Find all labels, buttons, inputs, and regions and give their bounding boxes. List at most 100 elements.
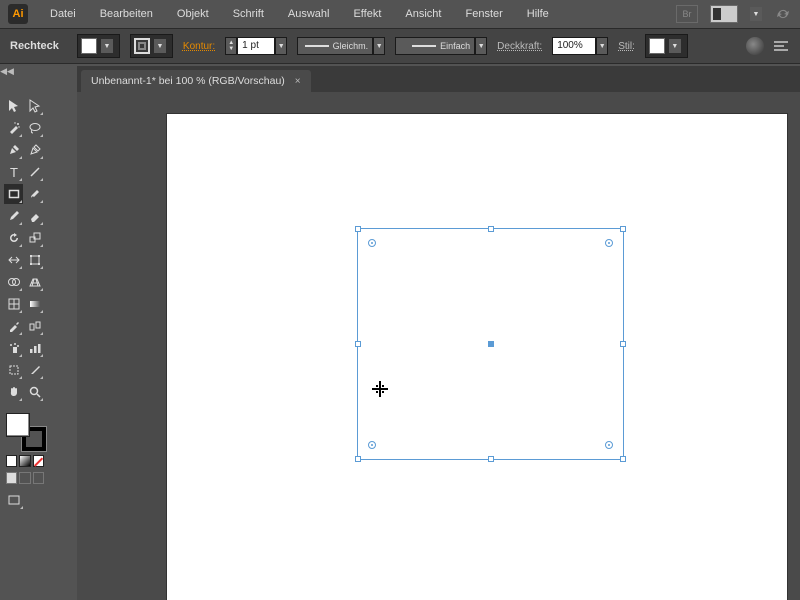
menu-schrift[interactable]: Schrift	[223, 4, 274, 24]
corner-radius-nw[interactable]	[368, 239, 376, 247]
toolbox: T	[0, 92, 48, 516]
color-mode-solid[interactable]	[6, 455, 17, 467]
rotate-tool[interactable]	[4, 228, 23, 248]
curvature-tool[interactable]	[25, 140, 44, 160]
menu-auswahl[interactable]: Auswahl	[278, 4, 340, 24]
active-tool-label: Rechteck	[10, 40, 59, 52]
handle-w[interactable]	[355, 341, 361, 347]
menu-fenster[interactable]: Fenster	[455, 4, 512, 24]
document-tab[interactable]: Unbenannt-1* bei 100 % (RGB/Vorschau) ×	[81, 70, 311, 92]
style-swatch[interactable]	[649, 38, 665, 54]
stroke-weight-field[interactable]: 1 pt	[237, 37, 275, 55]
rectangle-tool[interactable]	[4, 184, 23, 204]
eyedropper-tool[interactable]	[4, 316, 23, 336]
menu-effekt[interactable]: Effekt	[343, 4, 391, 24]
shape-builder-tool[interactable]	[4, 272, 23, 292]
draw-behind[interactable]	[19, 472, 30, 484]
style-dropdown[interactable]: ▼	[669, 39, 681, 53]
selection-tool[interactable]	[4, 96, 23, 116]
blend-tool[interactable]	[25, 316, 44, 336]
artboard[interactable]	[167, 114, 787, 600]
menu-datei[interactable]: Datei	[40, 4, 86, 24]
perspective-grid-tool[interactable]	[25, 272, 44, 292]
corner-radius-sw[interactable]	[368, 441, 376, 449]
lasso-tool[interactable]	[25, 118, 44, 138]
close-icon[interactable]: ×	[295, 76, 301, 87]
recolor-button[interactable]	[746, 37, 764, 55]
symbol-sprayer-tool[interactable]	[4, 338, 23, 358]
handle-ne[interactable]	[620, 226, 626, 232]
center-point	[488, 341, 494, 347]
style-swatch-group[interactable]: ▼	[645, 34, 688, 58]
menu-ansicht[interactable]: Ansicht	[395, 4, 451, 24]
workspace-layout-dropdown[interactable]: ▼	[750, 7, 762, 21]
handle-se[interactable]	[620, 456, 626, 462]
fill-stroke-colorbox[interactable]	[6, 413, 46, 451]
color-mode-gradient[interactable]	[19, 455, 30, 467]
pen-tool[interactable]	[4, 140, 23, 160]
color-mode-none[interactable]	[33, 455, 44, 467]
fill-color-swatch[interactable]	[6, 413, 30, 437]
corner-radius-ne[interactable]	[605, 239, 613, 247]
screen-mode[interactable]	[4, 490, 24, 510]
workspace-layout-button[interactable]	[710, 5, 738, 23]
stroke-profile-dropdown[interactable]: ▼	[373, 37, 385, 55]
handle-n[interactable]	[488, 226, 494, 232]
handle-nw[interactable]	[355, 226, 361, 232]
width-tool[interactable]	[4, 250, 23, 270]
opacity-label[interactable]: Deckkraft:	[497, 41, 542, 52]
draw-inside[interactable]	[33, 472, 44, 484]
eraser-tool[interactable]	[25, 206, 44, 226]
handle-sw[interactable]	[355, 456, 361, 462]
align-button[interactable]	[772, 37, 790, 55]
zoom-tool[interactable]	[25, 382, 44, 402]
slice-tool[interactable]	[25, 360, 44, 380]
menu-bearbeiten[interactable]: Bearbeiten	[90, 4, 163, 24]
hand-tool[interactable]	[4, 382, 23, 402]
stroke-weight-stepper[interactable]: ▲▼	[225, 37, 237, 55]
stroke-profile-field[interactable]: Gleichm.	[297, 37, 373, 55]
handle-e[interactable]	[620, 341, 626, 347]
canvas-area[interactable]	[77, 92, 800, 600]
draw-normal[interactable]	[6, 472, 17, 484]
stroke-weight-dropdown[interactable]: ▼	[275, 37, 287, 55]
menubar: Ai Datei Bearbeiten Objekt Schrift Auswa…	[0, 0, 800, 28]
free-transform-tool[interactable]	[25, 250, 44, 270]
sync-icon[interactable]	[774, 5, 792, 23]
mesh-tool[interactable]	[4, 294, 23, 314]
handle-s[interactable]	[488, 456, 494, 462]
stroke-weight-label[interactable]: Kontur:	[183, 41, 215, 52]
stroke-swatch[interactable]	[134, 38, 150, 54]
document-tabstrip: Unbenannt-1* bei 100 % (RGB/Vorschau) ×	[77, 66, 800, 92]
column-graph-tool[interactable]	[25, 338, 44, 358]
artboard-tool[interactable]	[4, 360, 23, 380]
stroke-dropdown[interactable]: ▼	[154, 39, 166, 53]
selected-rectangle[interactable]	[357, 228, 624, 460]
app-icon: Ai	[8, 4, 28, 24]
menu-objekt[interactable]: Objekt	[167, 4, 219, 24]
brush-profile-dropdown[interactable]: ▼	[475, 37, 487, 55]
fill-swatch[interactable]	[81, 38, 97, 54]
brush-profile-field[interactable]: Einfach	[395, 37, 475, 55]
svg-text:T: T	[10, 165, 18, 179]
type-tool[interactable]: T	[4, 162, 23, 182]
crosshair-cursor-icon	[372, 381, 388, 397]
pencil-tool[interactable]	[4, 206, 23, 226]
scale-tool[interactable]	[25, 228, 44, 248]
opacity-field[interactable]: 100%	[552, 37, 596, 55]
magic-wand-tool[interactable]	[4, 118, 23, 138]
paintbrush-tool[interactable]	[25, 184, 44, 204]
direct-selection-tool[interactable]	[25, 96, 44, 116]
fill-swatch-group[interactable]: ▼	[77, 34, 120, 58]
document-tab-title: Unbenannt-1* bei 100 % (RGB/Vorschau)	[91, 75, 285, 87]
menu-hilfe[interactable]: Hilfe	[517, 4, 559, 24]
stroke-swatch-group[interactable]: ▼	[130, 34, 173, 58]
opacity-dropdown[interactable]: ▼	[596, 37, 608, 55]
style-label[interactable]: Stil:	[618, 41, 635, 52]
corner-radius-se[interactable]	[605, 441, 613, 449]
line-tool[interactable]	[25, 162, 44, 182]
bridge-button[interactable]: Br	[676, 5, 698, 23]
gradient-tool[interactable]	[25, 294, 44, 314]
fill-dropdown[interactable]: ▼	[101, 39, 113, 53]
panel-collapse-handle[interactable]: ◀◀	[0, 64, 14, 78]
